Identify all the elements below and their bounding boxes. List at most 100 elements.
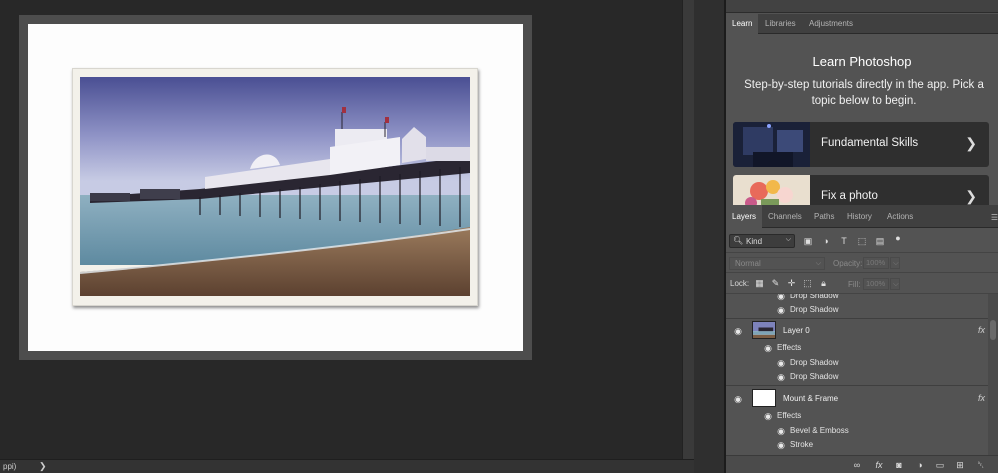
tab-paths[interactable]: Paths xyxy=(808,205,840,228)
effect-row[interactable]: ◉ Bevel & Emboss xyxy=(726,424,988,438)
adjustment-layer-filter-icon[interactable]: ◑ xyxy=(821,236,831,246)
layer-name[interactable]: Mount & Frame xyxy=(783,394,838,403)
add-mask-icon[interactable]: ◙ xyxy=(893,459,905,471)
learn-panel-tabbar: Learn Libraries Adjustments xyxy=(726,14,998,34)
filter-toggle-icon[interactable]: ● xyxy=(893,233,903,243)
chevron-down-icon: ⌵ xyxy=(785,236,791,243)
right-panel-dock: Learn Libraries Adjustments Learn Photos… xyxy=(726,0,998,473)
status-bar: ppi) ❯ xyxy=(0,459,694,473)
tab-channels[interactable]: Channels xyxy=(762,205,808,228)
fill-label: Fill: xyxy=(848,280,861,289)
card-label: Fundamental Skills xyxy=(821,137,919,149)
fundamental-skills-thumbnail xyxy=(733,122,810,167)
opacity-dropdown[interactable]: ⌵ xyxy=(890,257,900,269)
effect-row[interactable]: ◉ Drop Shadow xyxy=(726,294,988,303)
eye-icon[interactable]: ◉ xyxy=(776,294,786,301)
tab-actions[interactable]: Actions xyxy=(881,205,919,228)
lock-label: Lock: xyxy=(730,279,750,288)
eye-icon[interactable]: ◉ xyxy=(733,326,743,336)
lock-all-icon[interactable]: 🔒︎ xyxy=(818,278,829,289)
tab-history[interactable]: History xyxy=(841,205,878,228)
document-canvas-area[interactable] xyxy=(0,0,682,459)
chevron-right-icon: ❯ xyxy=(965,188,977,204)
tab-layers[interactable]: Layers xyxy=(726,205,763,228)
eye-icon[interactable]: ◉ xyxy=(733,394,743,404)
photoshop-window: ppi) ❯ Learn Libraries Adjustments Learn… xyxy=(0,0,998,473)
new-layer-icon[interactable]: ⊞ xyxy=(954,459,966,471)
layers-list[interactable]: ◉ Drop Shadow ◉ Drop Shadow ◉ Layer 0 fx… xyxy=(726,294,998,455)
panel-menu-icon[interactable]: ☰ xyxy=(991,213,998,222)
effect-row[interactable]: ◉ Drop Shadow xyxy=(726,303,988,317)
blend-opacity-row: Normal ⌵ Opacity: 100% ⌵ xyxy=(726,254,998,273)
effect-name: Drop Shadow xyxy=(790,372,839,381)
layer-thumbnail xyxy=(752,389,776,407)
link-layers-icon[interactable]: ∞ xyxy=(851,459,863,471)
eye-icon[interactable]: ◉ xyxy=(776,358,786,368)
add-layer-style-icon[interactable]: fx xyxy=(873,459,885,471)
eye-icon[interactable]: ◉ xyxy=(776,372,786,382)
search-icon: 🔍︎ xyxy=(733,236,744,245)
effect-name: Drop Shadow xyxy=(790,294,839,300)
trash-icon[interactable]: ␡ xyxy=(975,459,987,471)
type-layer-filter-icon[interactable]: T xyxy=(839,236,849,246)
status-arrow-icon[interactable]: ❯ xyxy=(39,461,47,472)
effect-name: Bevel & Emboss xyxy=(790,426,849,435)
effect-name: Stroke xyxy=(790,440,814,449)
fill-field[interactable]: 100% xyxy=(863,278,889,290)
opacity-field[interactable]: 100% xyxy=(863,257,889,269)
panel-dock-gutter xyxy=(694,0,724,473)
blend-mode-value: Normal xyxy=(735,259,761,268)
tab-libraries[interactable]: Libraries xyxy=(759,14,802,34)
effects-label: Effects xyxy=(777,343,802,352)
chevron-down-icon: ⌵ xyxy=(815,260,821,267)
layer-thumbnail xyxy=(752,321,776,339)
layers-footer-toolbar: ∞ fx ◙ ◑ ▭ ⊞ ␡ xyxy=(726,455,998,473)
layers-scrollbar[interactable] xyxy=(988,294,998,455)
lock-image-pixels-icon[interactable]: ✎ xyxy=(770,278,781,289)
chevron-right-icon: ❯ xyxy=(965,135,977,151)
shape-layer-filter-icon[interactable]: ⬚ xyxy=(857,236,867,246)
learn-panel: Learn Photoshop Step-by-step tutorials d… xyxy=(726,34,998,205)
eye-icon[interactable]: ◉ xyxy=(776,426,786,436)
filter-kind-label: Kind xyxy=(746,237,763,246)
canvas-vertical-scrollbar[interactable] xyxy=(682,0,694,459)
dock-top-strip xyxy=(726,0,998,13)
tab-learn[interactable]: Learn xyxy=(726,14,759,34)
filter-kind-select[interactable]: 🔍︎ Kind ⌵ xyxy=(729,234,795,248)
eye-icon[interactable]: ◉ xyxy=(763,343,773,353)
effects-label: Effects xyxy=(777,411,802,420)
card-label: Fix a photo xyxy=(821,190,878,202)
card-fix-a-photo[interactable]: Fix a photo ❯ xyxy=(733,175,989,205)
effect-row[interactable]: ◉ Drop Shadow xyxy=(726,370,988,384)
lock-transparent-pixels-icon[interactable]: ▦ xyxy=(754,278,765,289)
layers-panel-tabbar: Layers Channels Paths History Actions ☰ xyxy=(726,205,998,228)
eye-icon[interactable]: ◉ xyxy=(776,440,786,450)
lock-artboard-icon[interactable]: ⬚ xyxy=(802,278,813,289)
pixel-layer-filter-icon[interactable]: ▣ xyxy=(803,236,813,246)
eye-icon[interactable]: ◉ xyxy=(776,305,786,315)
fill-dropdown[interactable]: ⌵ xyxy=(890,278,900,290)
eye-icon[interactable]: ◉ xyxy=(763,411,773,421)
effect-name: Drop Shadow xyxy=(790,305,839,314)
card-fundamental-skills[interactable]: Fundamental Skills ❯ xyxy=(733,122,989,167)
fx-icon[interactable]: fx xyxy=(978,393,985,403)
pier-photo xyxy=(80,77,470,296)
effect-row[interactable]: ◉ Stroke xyxy=(726,438,988,452)
effect-name: Drop Shadow xyxy=(790,358,839,367)
tab-adjustments[interactable]: Adjustments xyxy=(803,14,859,34)
opacity-label: Opacity: xyxy=(833,259,863,268)
layer-name[interactable]: Layer 0 xyxy=(783,326,810,335)
effects-row[interactable]: ◉ Effects xyxy=(726,341,988,355)
effect-row[interactable]: ◉ Drop Shadow xyxy=(726,356,988,370)
lock-position-icon[interactable]: ✛ xyxy=(786,278,797,289)
fx-icon[interactable]: fx xyxy=(978,325,985,335)
effects-row[interactable]: ◉ Effects xyxy=(726,409,988,423)
scrollbar-thumb[interactable] xyxy=(990,320,996,340)
blend-mode-select[interactable]: Normal ⌵ xyxy=(729,257,825,270)
new-adjustment-layer-icon[interactable]: ◑ xyxy=(914,459,926,471)
learn-title: Learn Photoshop xyxy=(812,54,912,69)
layer-filter-row: 🔍︎ Kind ⌵ ▣ ◑ T ⬚ ▤ ● xyxy=(726,229,998,253)
new-group-icon[interactable]: ▭ xyxy=(934,459,946,471)
smart-object-filter-icon[interactable]: ▤ xyxy=(875,236,885,246)
lock-fill-row: Lock: ▦ ✎ ✛ ⬚ 🔒︎ Fill: 100% ⌵ xyxy=(726,274,998,294)
